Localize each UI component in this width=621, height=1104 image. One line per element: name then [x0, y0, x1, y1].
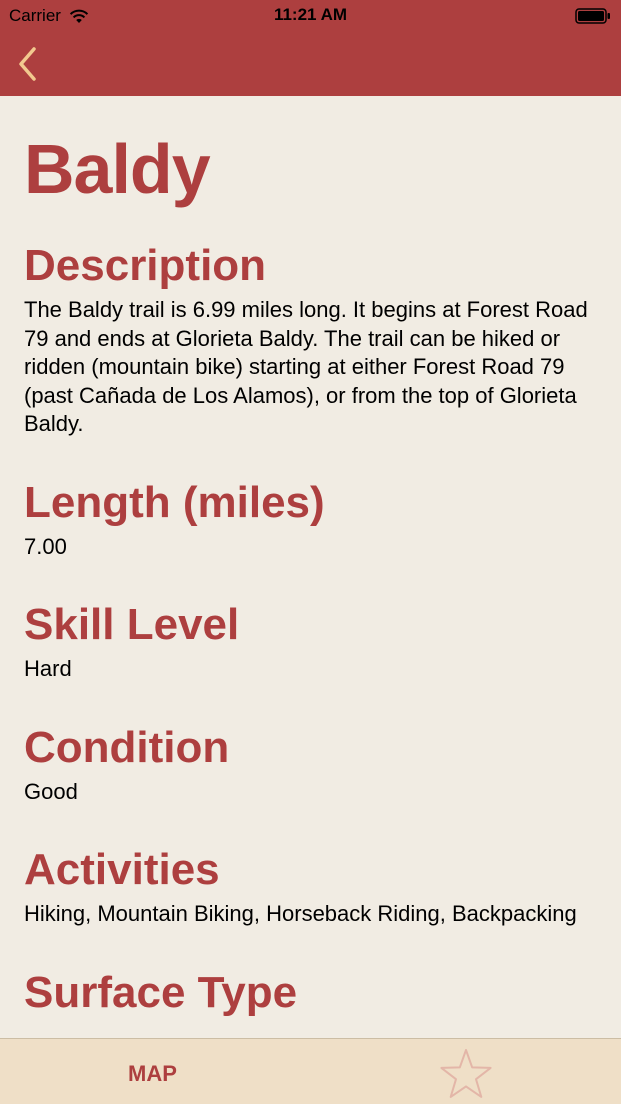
status-time: 11:21 AM: [273, 5, 348, 24]
map-button[interactable]: MAP: [128, 1061, 177, 1087]
trail-title: Baldy: [24, 130, 211, 208]
surface-type-heading: Surface Type: [24, 967, 298, 1017]
status-bar: Carrier 11:21 AM: [0, 0, 621, 32]
length-heading: Length (miles): [24, 477, 325, 527]
header: Carrier 11:21 AM: [0, 0, 621, 96]
condition-heading: Condition: [24, 722, 230, 772]
favorite-button[interactable]: [438, 1047, 494, 1101]
trail-details[interactable]: Baldy Description The Baldy trail is 6.9…: [0, 96, 621, 1038]
back-button[interactable]: [12, 40, 42, 88]
length-value: 7.00: [24, 533, 67, 559]
condition-value: Good: [24, 778, 78, 804]
tab-bar: MAP: [0, 1038, 621, 1104]
description-heading: Description: [24, 241, 267, 290]
skill-level-value: Hard: [24, 656, 72, 681]
skill-level-heading: Skill Level: [24, 600, 240, 649]
chevron-left-icon: [19, 47, 36, 81]
description-text: The Baldy trail is 6.99 miles long. It b…: [24, 297, 588, 436]
star-outline-icon: [440, 1049, 492, 1098]
activities-value: Hiking, Mountain Biking, Horseback Ridin…: [24, 901, 577, 926]
nav-bar: [0, 32, 621, 96]
activities-heading: Activities: [24, 845, 220, 894]
battery-icon: [575, 8, 610, 24]
